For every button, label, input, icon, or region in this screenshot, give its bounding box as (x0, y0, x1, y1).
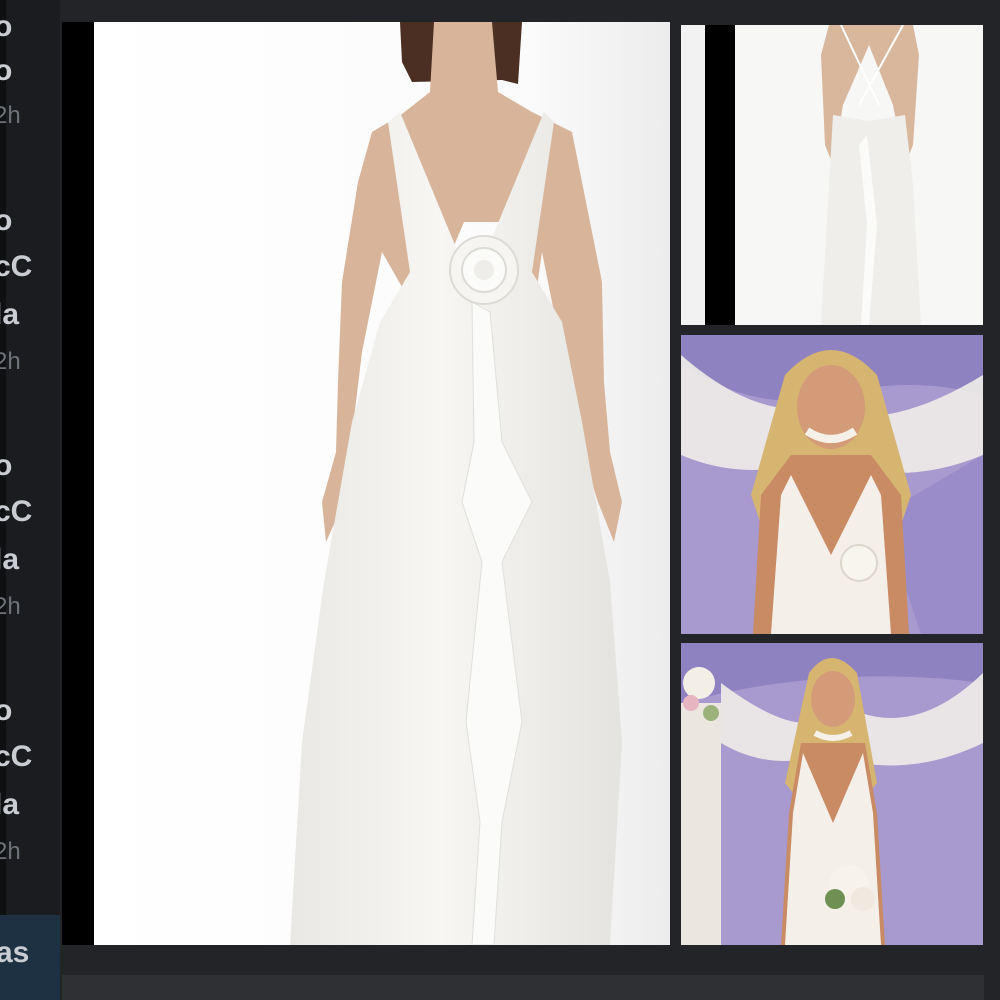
comment-text-fragment: cC (0, 740, 33, 773)
comment-text-fragment: la (0, 298, 20, 331)
comment-text-fragment: cC (0, 250, 33, 283)
comment-time: 2h (0, 593, 21, 620)
comment-time: 2h (0, 102, 21, 129)
comment-text-fragment: la (0, 788, 20, 821)
product-photo-front[interactable] (62, 22, 670, 945)
comment-text-fragment: cC (0, 495, 33, 528)
comment-author-fragment: o (0, 449, 13, 482)
comment-time: 2h (0, 348, 21, 375)
post-image-grid (62, 22, 984, 946)
bride-closeup-icon (681, 335, 983, 634)
bride-photo-closeup[interactable] (681, 335, 983, 634)
white-gown-back-icon (681, 25, 983, 325)
bride-full-icon (681, 643, 983, 945)
comment-time: 2h (0, 838, 21, 865)
comment-author-fragment: o (0, 10, 13, 43)
sidebar-bottom-text: as (0, 936, 30, 969)
bride-photo-full[interactable] (681, 643, 983, 945)
comment-text-fragment: o (0, 54, 13, 87)
comment-author-fragment: o (0, 204, 13, 237)
comment-author-fragment: o (0, 694, 13, 727)
product-photo-back[interactable] (681, 25, 983, 325)
feed-sidebar: o o 2h o cC la 2h o cC la 2h o cC la 2h … (0, 0, 60, 1000)
comment-text-fragment: la (0, 543, 20, 576)
post-footer-bar (62, 975, 984, 1000)
white-gown-front-icon (62, 22, 670, 945)
